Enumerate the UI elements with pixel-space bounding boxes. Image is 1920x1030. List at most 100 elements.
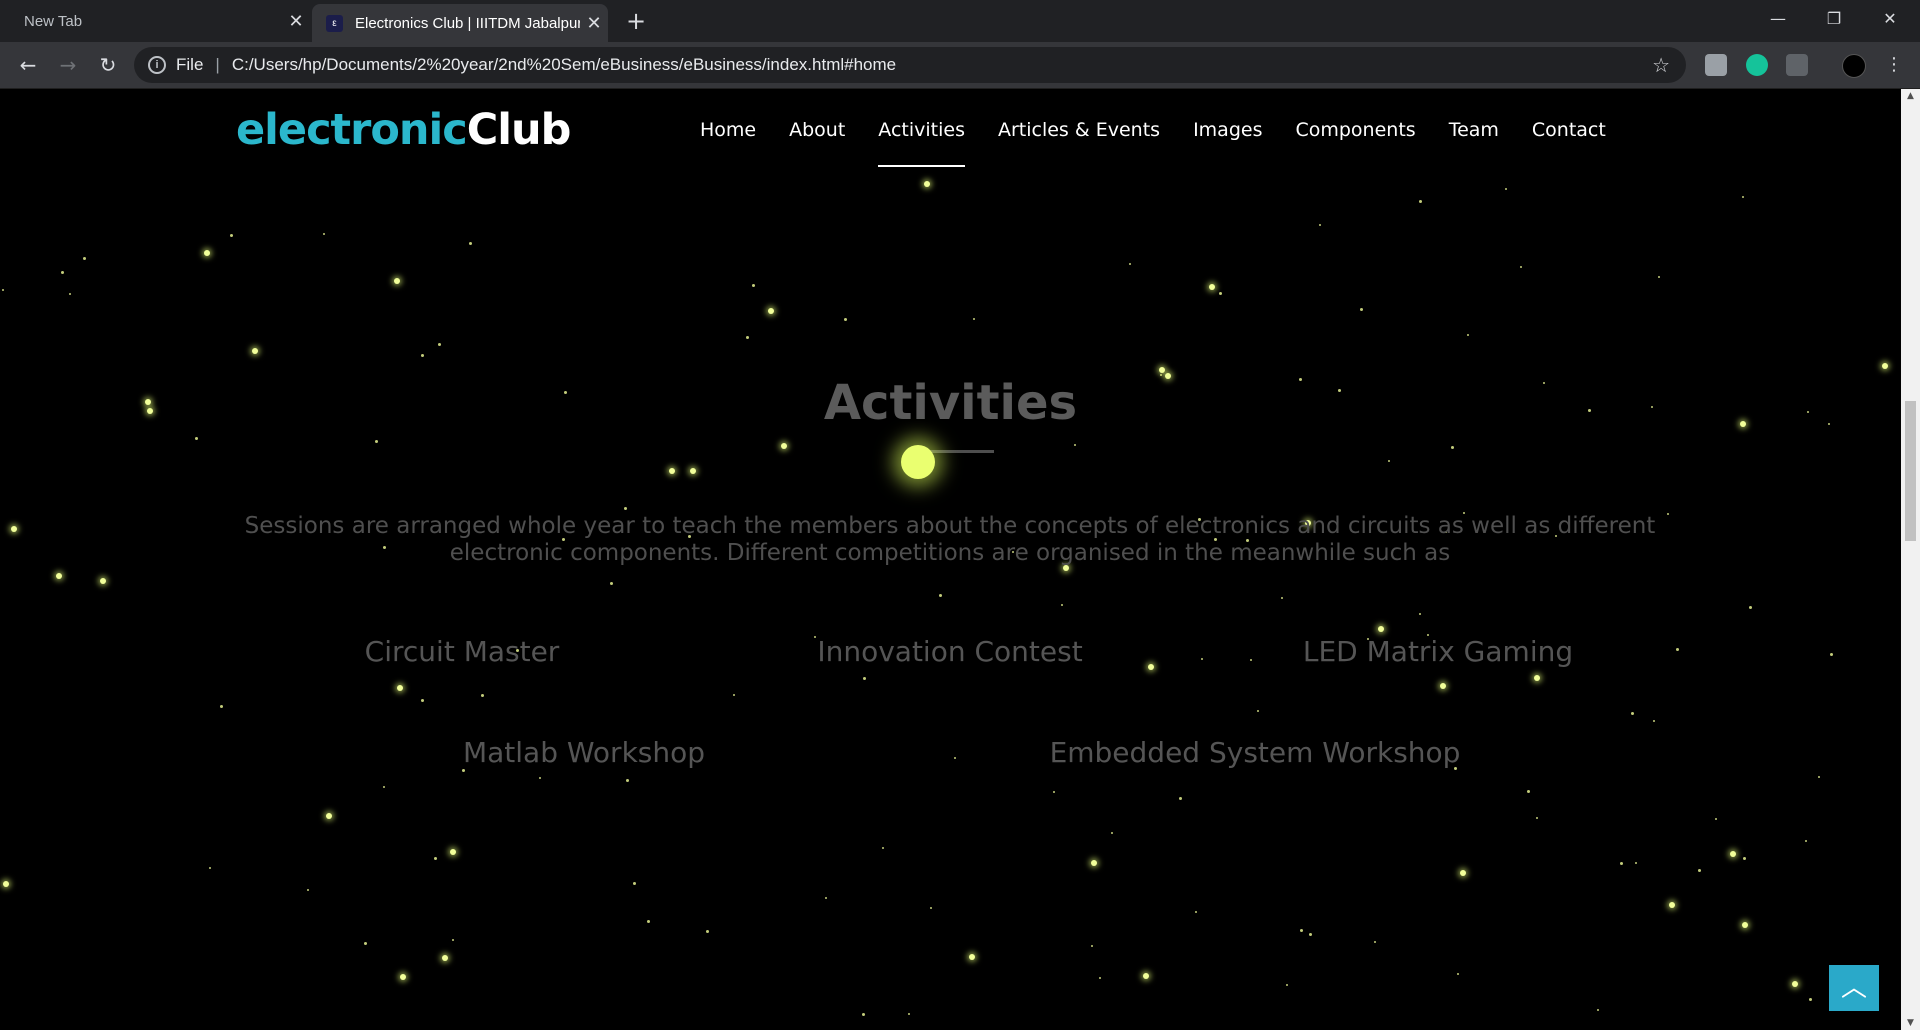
close-tab-icon[interactable]: ✕ (580, 13, 608, 34)
star-particle (442, 955, 448, 961)
url-text[interactable]: C:/Users/hp/Documents/2%20year/2nd%20Sem… (232, 55, 896, 75)
reload-icon[interactable]: ↻ (94, 51, 122, 79)
star-particle (383, 786, 385, 788)
chevron-up-icon: ︿ (1840, 973, 1867, 1003)
main-menu: Home About Activities Articles & Events … (700, 119, 1639, 167)
star-particle (1805, 840, 1807, 842)
extension-icon[interactable] (1786, 54, 1808, 76)
star-particle (814, 636, 816, 638)
site-logo[interactable]: electronicClub (236, 105, 571, 155)
star-particle (1658, 276, 1660, 278)
back-icon[interactable]: ← (14, 51, 42, 79)
star-particle (746, 336, 749, 339)
star-particle (1286, 984, 1288, 986)
profile-avatar[interactable] (1842, 54, 1866, 78)
menu-components[interactable]: Components (1295, 119, 1415, 167)
star-particle (973, 318, 975, 320)
restore-icon[interactable]: ❐ (1806, 0, 1862, 38)
bookmark-star-icon[interactable]: ☆ (1652, 53, 1670, 78)
star-particle (1792, 981, 1798, 987)
tab-electronics-club[interactable]: ε Electronics Club | IIITDM Jabalpur ✕ (312, 4, 608, 42)
star-particle (1388, 460, 1390, 462)
star-particle (1635, 862, 1637, 864)
star-particle (1091, 860, 1097, 866)
star-particle (733, 694, 735, 696)
star-particle (706, 930, 709, 933)
scroll-down-arrow-icon[interactable]: ▼ (1901, 1018, 1920, 1028)
star-particle (768, 308, 774, 314)
star-particle (1129, 263, 1131, 265)
star-particle (1091, 945, 1093, 947)
star-particle (1527, 790, 1530, 793)
minimize-icon[interactable]: — (1750, 0, 1806, 38)
star-particle (375, 440, 378, 443)
star-particle (469, 242, 472, 245)
star-particle (924, 181, 930, 187)
star-particle (1201, 658, 1203, 660)
star-particle (1730, 851, 1736, 857)
scheme-label: File (176, 55, 204, 74)
scrollbar-thumb[interactable] (1905, 401, 1916, 541)
menu-articles-events[interactable]: Articles & Events (998, 119, 1160, 167)
star-particle (56, 573, 62, 579)
menu-activities[interactable]: Activities (878, 119, 965, 167)
extension-icon[interactable] (1705, 54, 1727, 76)
star-particle (1676, 648, 1679, 651)
star-particle (1143, 973, 1149, 979)
star-particle (1074, 444, 1076, 446)
star-particle (1451, 446, 1454, 449)
star-particle (1219, 292, 1222, 295)
activity-innovation-contest: Innovation Contest (817, 635, 1083, 668)
star-particle (1818, 776, 1820, 778)
star-particle (1536, 817, 1538, 819)
scroll-up-arrow-icon[interactable]: ▲ (1901, 91, 1920, 101)
star-particle (1669, 902, 1675, 908)
grammarly-icon[interactable] (1746, 54, 1768, 76)
forward-icon[interactable]: → (54, 51, 82, 79)
star-particle (1061, 604, 1063, 606)
menu-contact[interactable]: Contact (1532, 119, 1606, 167)
site-navbar: electronicClub Home About Activities Art… (0, 89, 1901, 177)
star-particle (204, 250, 210, 256)
new-tab-icon[interactable]: + (622, 6, 650, 36)
star-particle (690, 468, 696, 474)
page-scrollbar[interactable]: ▲ ▼ (1901, 89, 1920, 1030)
star-particle (647, 920, 650, 923)
star-particle (882, 847, 884, 849)
star-particle (1378, 626, 1384, 632)
menu-team[interactable]: Team (1449, 119, 1499, 167)
menu-about[interactable]: About (789, 119, 845, 167)
star-particle (323, 233, 325, 235)
star-particle (394, 278, 400, 284)
star-particle (626, 779, 629, 782)
star-particle (69, 293, 71, 295)
tab-new-tab[interactable]: New Tab ✕ (0, 0, 310, 42)
star-particle (633, 882, 636, 885)
star-particle (220, 705, 223, 708)
address-separator: | (215, 55, 220, 74)
star-particle (1257, 710, 1259, 712)
star-particle (326, 813, 332, 819)
close-tab-icon[interactable]: ✕ (282, 11, 310, 32)
menu-home[interactable]: Home (700, 119, 756, 167)
address-bar[interactable]: i File | C:/Users/hp/Documents/2%20year/… (134, 47, 1686, 83)
star-particle (3, 881, 9, 887)
info-icon[interactable]: i (148, 56, 166, 74)
menu-images[interactable]: Images (1193, 119, 1262, 167)
star-particle (100, 578, 106, 584)
star-particle (539, 777, 541, 779)
star-particle (481, 694, 484, 697)
star-particle (844, 318, 847, 321)
menu-kebab-icon[interactable]: ⋮ (1880, 51, 1908, 79)
activity-circuit-master: Circuit Master (364, 635, 560, 668)
star-particle (669, 468, 675, 474)
scroll-to-top-button[interactable]: ︿ (1829, 965, 1879, 1011)
star-particle (1111, 832, 1113, 834)
star-particle (1743, 857, 1746, 860)
close-window-icon[interactable]: ✕ (1862, 0, 1918, 38)
star-particle (1179, 797, 1182, 800)
star-particle (862, 1013, 865, 1016)
star-particle (863, 677, 866, 680)
electronic-club-favicon-icon: ε (326, 14, 343, 32)
star-particle (1319, 224, 1321, 226)
